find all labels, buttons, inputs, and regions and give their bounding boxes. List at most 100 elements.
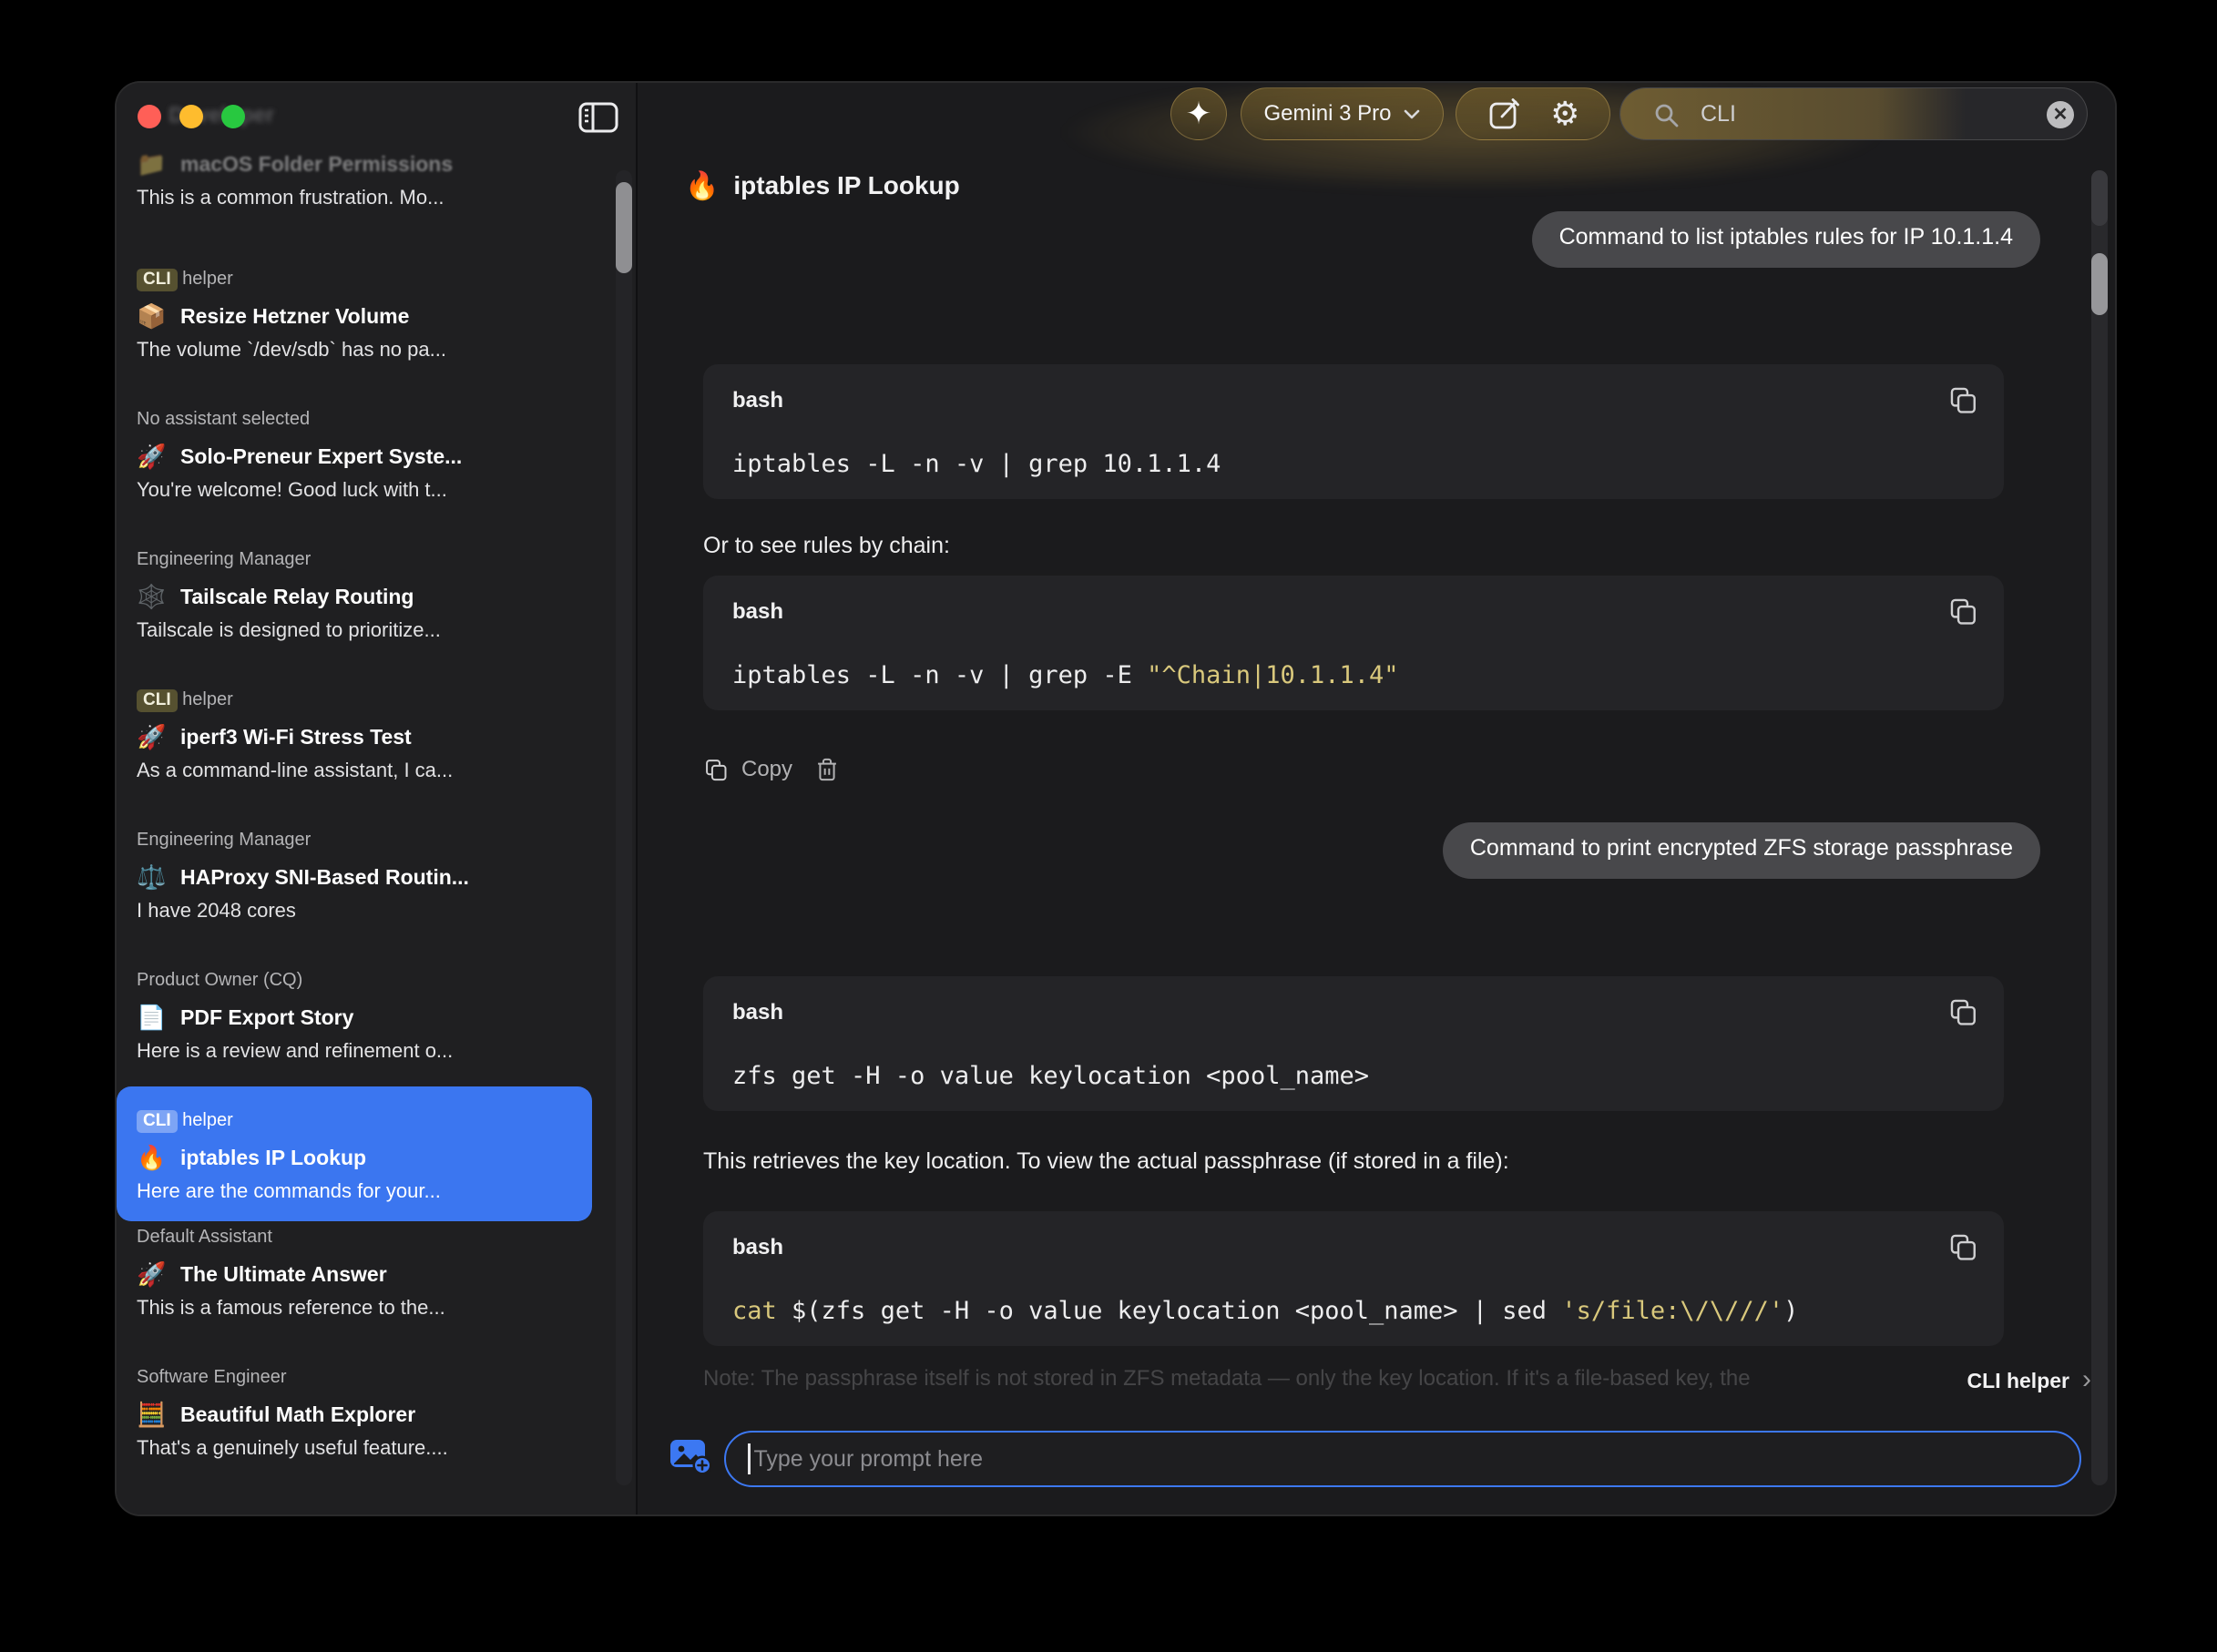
conversation-assistant-tag: No assistant selected (137, 409, 572, 433)
conversation-title: 🧮Beautiful Math Explorer (137, 1400, 572, 1429)
conversation-item[interactable]: Engineering Manager 🕸️Tailscale Relay Rou… (137, 549, 572, 646)
chat-title: 🔥 iptables IP Lookup (685, 170, 960, 201)
chat-transcript: Command to list iptables rules for IP 10… (703, 83, 2040, 1346)
conversation-assistant-tag: Default Assistant (137, 1227, 572, 1250)
toggle-sidebar-icon[interactable] (577, 101, 619, 134)
conversation-item[interactable]: Default Assistant 🚀The Ultimate Answer Thi… (137, 1227, 572, 1323)
assistant-tag-chip: CLI (137, 689, 178, 712)
code-block: bashiptables -L -n -v | grep 10.1.1.4 (703, 364, 2004, 499)
conversation-title: 📁macOS Folder Permissions (137, 149, 572, 178)
conversation-preview: I have 2048 cores (137, 899, 572, 926)
conversation-title: 🚀iperf3 Wi-Fi Stress Test (137, 722, 572, 751)
prompt-input[interactable]: Type your prompt here (724, 1431, 2081, 1487)
conversation-item[interactable]: Product Owner (CQ)📄PDF Export StoryHere … (137, 970, 572, 1066)
conversation-preview: That's a genuinely useful feature.... (137, 1436, 572, 1463)
code-block-content: cat $(zfs get -H -o value keylocation <p… (732, 1297, 1975, 1325)
main-scrollbar-track[interactable] (2091, 170, 2108, 1485)
search-glow-overlay (1620, 88, 2087, 139)
conversation-item[interactable]: CLI helper📦Resize Hetzner VolumeThe volu… (137, 269, 572, 365)
chat-title-text: iptables IP Lookup (733, 171, 959, 200)
conversation-item[interactable]: Software Engineer 🧮Beautiful Math Explore… (137, 1367, 572, 1463)
code-block-language-label: bash (732, 599, 1975, 627)
copy-code-icon[interactable] (1947, 596, 1978, 627)
main-panel: 🔥 iptables IP Lookup ✦ Gemini 3 Pro (638, 83, 2115, 1514)
user-message-bubble[interactable]: Command to print encrypted ZFS storage p… (1443, 822, 2040, 879)
conversation-title-text: Resize Hetzner Volume (180, 304, 409, 329)
conversation-assistant-tag: Software Engineer (137, 1367, 572, 1391)
conversation-title: 📄PDF Export Story (137, 1003, 572, 1032)
traffic-lights (138, 105, 283, 128)
minimize-window-button[interactable] (179, 105, 203, 128)
trash-icon[interactable] (814, 757, 840, 782)
conversation-assistant-tag: Engineering Manager (137, 830, 572, 853)
code-block-language-label: bash (732, 1000, 1975, 1027)
conversation-preview: You're welcome! Good luck with t... (137, 478, 572, 505)
conversation-title-text: PDF Export Story (180, 1005, 353, 1030)
toolbar-actions: ⚙ (1456, 87, 1610, 140)
chat-title-emoji: 🔥 (685, 170, 719, 202)
conversation-emoji-icon: 📁 (137, 150, 180, 178)
assistant-message-text: This retrieves the key location. To view… (703, 1146, 2040, 1177)
copy-code-icon[interactable] (1947, 1231, 1978, 1262)
user-message-bubble[interactable]: Command to list iptables rules for IP 10… (1532, 211, 2040, 268)
search-field[interactable]: CLI ✕ (1619, 87, 2088, 140)
conversation-preview: This is a common frustration. Mo... (137, 186, 572, 213)
search-input-value[interactable]: CLI (1701, 101, 1736, 127)
conversation-item[interactable]: Engineering Manager⚖️HAProxy SNI-Based R… (137, 830, 572, 926)
main-scrollbar-thumb[interactable] (2091, 253, 2108, 315)
copy-icon[interactable] (703, 757, 729, 782)
conversation-title-text: The Ultimate Answer (180, 1262, 387, 1287)
copy-button-label[interactable]: Copy (741, 757, 792, 782)
compose-button[interactable] (1487, 97, 1521, 131)
conversation-title-text: iperf3 Wi-Fi Stress Test (180, 725, 412, 750)
model-selector[interactable]: Gemini 3 Pro (1241, 87, 1444, 140)
conversation-preview: This is a famous reference to the... (137, 1296, 572, 1323)
copy-code-icon[interactable] (1947, 996, 1978, 1027)
assistant-tag-chip: CLI (137, 1110, 178, 1133)
screen-background: Developer 📁macOS Folder PermissionsThis … (0, 0, 2217, 1652)
assistant-tag-chip: CLI (137, 269, 178, 291)
assistant-switcher[interactable]: CLI helper › (1967, 1369, 2091, 1393)
conversation-emoji-icon: ⚖️ (137, 863, 180, 892)
conversation-preview: The volume `/dev/sdb` has no pa... (137, 338, 572, 365)
model-label: Gemini 3 Pro (1263, 101, 1391, 127)
code-block-language-label: bash (732, 388, 1975, 415)
attach-image-button[interactable] (668, 1434, 713, 1476)
conversation-title: 🕸️Tailscale Relay Routing (137, 582, 572, 611)
copy-code-icon[interactable] (1947, 384, 1978, 415)
assistant-sparkle-button[interactable]: ✦ (1170, 87, 1227, 140)
message-actions-row: Copy (703, 754, 2040, 785)
conversation-assistant-tag: CLI helper (137, 689, 572, 713)
code-block: bash cat $(zfs get -H -o value keylocatio… (703, 1211, 2004, 1346)
sparkle-icon: ✦ (1186, 98, 1212, 129)
conversation-item[interactable]: 📁macOS Folder Permissions This is a commo… (137, 149, 572, 213)
close-window-button[interactable] (138, 105, 161, 128)
conversation-emoji-icon: 🕸️ (137, 583, 180, 611)
assistant-message-text: Or to see rules by chain: (703, 530, 2040, 561)
conversation-assistant-tag: Engineering Manager (137, 549, 572, 573)
conversation-title: 🚀The Ultimate Answer (137, 1259, 572, 1289)
conversation-item[interactable]: CLI helper🚀iperf3 Wi-Fi Stress TestAs a … (137, 689, 572, 786)
conversation-title-text: Beautiful Math Explorer (180, 1402, 415, 1427)
chevron-right-icon: › (2082, 1366, 2091, 1393)
search-icon (1653, 102, 1681, 129)
search-clear-button[interactable]: ✕ (2047, 101, 2074, 128)
code-block-content: zfs get -H -o value keylocation <pool_na… (732, 1062, 1975, 1090)
prompt-placeholder: Type your prompt here (754, 1446, 984, 1473)
code-block-language-label: bash (732, 1235, 1975, 1262)
gear-icon[interactable]: ⚙ (1550, 97, 1579, 130)
chevron-down-icon (1403, 107, 1421, 120)
zoom-window-button[interactable] (221, 105, 245, 128)
sidebar-scrollbar-track[interactable] (616, 170, 632, 1485)
conversation-assistant-tag: CLI helper (137, 1110, 572, 1134)
conversation-item[interactable]: CLI helper🔥iptables IP LookupHere are th… (117, 1086, 592, 1221)
code-block: bashiptables -L -n -v | grep -E "^Chain|… (703, 576, 2004, 710)
conversation-title: 🔥iptables IP Lookup (137, 1143, 572, 1172)
conversation-item[interactable]: No assistant selected🚀Solo-Preneur Exper… (137, 409, 572, 505)
conversation-emoji-icon: 🚀 (137, 1260, 180, 1289)
sidebar: Developer 📁macOS Folder PermissionsThis … (117, 83, 638, 1514)
conversation-title-text: Tailscale Relay Routing (180, 585, 414, 609)
conversation-assistant-tag: Product Owner (CQ) (137, 970, 572, 994)
faded-note-text: Note: The passphrase itself is not store… (703, 1366, 1915, 1392)
sidebar-scrollbar-thumb[interactable] (616, 182, 632, 273)
